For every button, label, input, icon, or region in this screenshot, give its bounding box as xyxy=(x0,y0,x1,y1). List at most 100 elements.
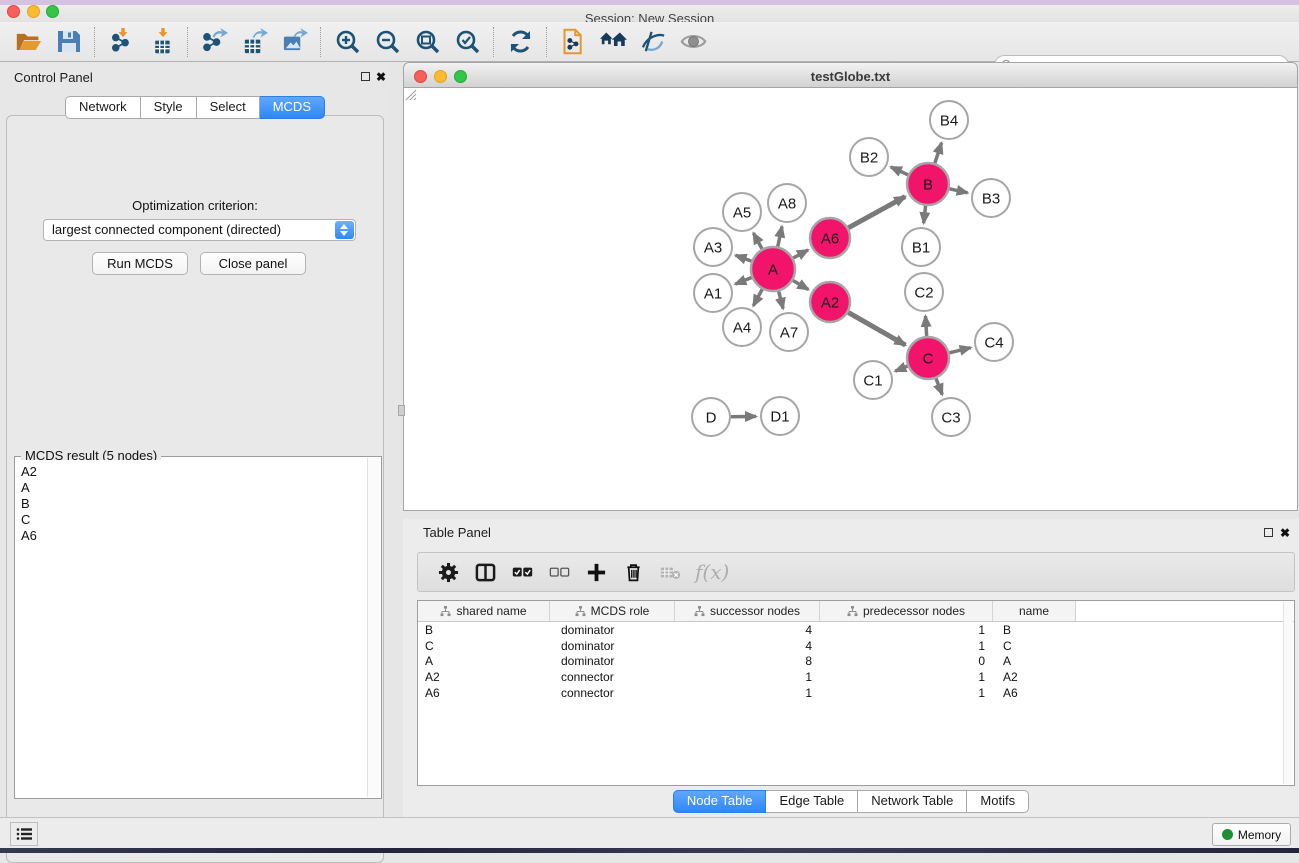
table-cell[interactable]: dominator xyxy=(550,622,675,638)
criterion-dropdown[interactable]: largest connected component (directed) xyxy=(43,219,356,241)
node-D[interactable]: D xyxy=(692,398,730,436)
node-D1[interactable]: D1 xyxy=(761,397,799,435)
column-header-shared-name[interactable]: shared name xyxy=(418,601,550,621)
table-cell[interactable]: connector xyxy=(550,669,675,685)
table-float-panel-icon[interactable] xyxy=(1264,528,1273,537)
close-panel-button[interactable]: Close panel xyxy=(200,252,306,275)
delete-column-button[interactable] xyxy=(615,556,652,588)
table-cell[interactable]: 1 xyxy=(675,669,820,685)
node-B[interactable]: B xyxy=(907,163,949,205)
table-cell[interactable]: dominator xyxy=(550,638,675,654)
table-cell[interactable]: A6 xyxy=(993,685,1076,701)
panel-splitter-handle[interactable] xyxy=(398,405,405,416)
column-header-name[interactable]: name xyxy=(993,601,1076,621)
table-cell[interactable]: dominator xyxy=(550,653,675,669)
table-cell[interactable]: C xyxy=(418,638,550,654)
node-B3[interactable]: B3 xyxy=(972,179,1010,217)
node-B1[interactable]: B1 xyxy=(902,228,940,266)
tab-style[interactable]: Style xyxy=(141,96,197,119)
table-cell[interactable]: B xyxy=(993,622,1076,638)
table-cell[interactable]: 0 xyxy=(820,653,993,669)
zoom-in-button[interactable] xyxy=(327,25,367,59)
zoom-selected-button[interactable] xyxy=(447,25,487,59)
tab-node-table[interactable]: Node Table xyxy=(673,790,767,813)
table-cell[interactable]: A2 xyxy=(993,669,1076,685)
table-row[interactable]: A2connector11A2 xyxy=(418,669,1294,685)
node-A3[interactable]: A3 xyxy=(694,228,732,266)
result-scrollbar[interactable] xyxy=(367,458,380,797)
add-column-button[interactable] xyxy=(578,556,615,588)
node-C2[interactable]: C2 xyxy=(905,273,943,311)
tab-select[interactable]: Select xyxy=(197,96,260,119)
node-C4[interactable]: C4 xyxy=(975,323,1013,361)
float-panel-icon[interactable] xyxy=(361,72,370,81)
table-cell[interactable]: 1 xyxy=(820,622,993,638)
table-row[interactable]: Adominator80A xyxy=(418,653,1294,669)
tab-edge-table[interactable]: Edge Table xyxy=(766,790,858,813)
export-network-button[interactable] xyxy=(194,25,234,59)
node-A1[interactable]: A1 xyxy=(694,274,732,312)
import-network-button[interactable] xyxy=(101,25,141,59)
table-row[interactable]: Bdominator41B xyxy=(418,622,1294,638)
node-B2[interactable]: B2 xyxy=(850,138,888,176)
settings-gear-button[interactable] xyxy=(430,556,467,588)
column-header-MCDS-role[interactable]: MCDS role xyxy=(550,601,675,621)
table-cell[interactable]: 4 xyxy=(675,622,820,638)
table-scrollbar[interactable] xyxy=(1283,602,1293,784)
table-cell[interactable]: A xyxy=(418,653,550,669)
split-view-button[interactable] xyxy=(467,556,504,588)
mcds-result-item[interactable]: C xyxy=(21,512,367,528)
run-mcds-button[interactable]: Run MCDS xyxy=(92,252,188,275)
save-session-button[interactable] xyxy=(48,25,88,59)
open-session-button[interactable] xyxy=(8,25,48,59)
toggle-graphics-details-button[interactable] xyxy=(633,25,673,59)
tab-network-table[interactable]: Network Table xyxy=(858,790,967,813)
table-cell[interactable]: 1 xyxy=(820,685,993,701)
table-cell[interactable]: A2 xyxy=(418,669,550,685)
table-row[interactable]: A6connector11A6 xyxy=(418,685,1294,701)
table-cell[interactable]: C xyxy=(993,638,1076,654)
node-C[interactable]: C xyxy=(907,337,949,379)
network-canvas[interactable]: B4B2BB3B1A5A8A3A6AA1A4A7A2C2CC4C1C3DD1 xyxy=(403,88,1298,511)
table-cell[interactable]: B xyxy=(418,622,550,638)
home-view-button[interactable] xyxy=(593,25,633,59)
table-cell[interactable]: A6 xyxy=(418,685,550,701)
select-all-checkboxes-button[interactable] xyxy=(504,556,541,588)
column-header-successor-nodes[interactable]: successor nodes xyxy=(675,601,820,621)
node-A7[interactable]: A7 xyxy=(770,313,808,351)
table-cell[interactable]: A xyxy=(993,653,1076,669)
node-A4[interactable]: A4 xyxy=(723,308,761,346)
export-image-button[interactable] xyxy=(274,25,314,59)
node-C1[interactable]: C1 xyxy=(854,361,892,399)
deselect-all-checkboxes-button[interactable] xyxy=(541,556,578,588)
tab-mcds[interactable]: MCDS xyxy=(260,96,325,119)
mcds-result-item[interactable]: B xyxy=(21,496,367,512)
tab-motifs[interactable]: Motifs xyxy=(967,790,1029,813)
mcds-result-item[interactable]: A xyxy=(21,480,367,496)
import-table-button[interactable] xyxy=(141,25,181,59)
zoom-out-button[interactable] xyxy=(367,25,407,59)
task-history-button[interactable] xyxy=(10,822,38,846)
mcds-result-item[interactable]: A2 xyxy=(21,464,367,480)
memory-button[interactable]: Memory xyxy=(1212,823,1291,846)
node-C3[interactable]: C3 xyxy=(932,398,970,436)
show-hide-eye-button[interactable] xyxy=(673,25,713,59)
node-A5[interactable]: A5 xyxy=(723,193,761,231)
export-table-button[interactable] xyxy=(234,25,274,59)
table-cell[interactable]: 8 xyxy=(675,653,820,669)
table-close-panel-icon[interactable]: ✖ xyxy=(1280,526,1290,540)
column-header-predecessor-nodes[interactable]: predecessor nodes xyxy=(820,601,993,621)
node-B4[interactable]: B4 xyxy=(930,101,968,139)
table-cell[interactable]: 4 xyxy=(675,638,820,654)
node-A8[interactable]: A8 xyxy=(768,184,806,222)
node-A6[interactable]: A6 xyxy=(810,218,850,258)
tab-network[interactable]: Network xyxy=(65,96,141,119)
close-panel-icon[interactable]: ✖ xyxy=(376,70,386,84)
table-cell[interactable]: 1 xyxy=(820,669,993,685)
zoom-fit-button[interactable] xyxy=(407,25,447,59)
table-cell[interactable]: connector xyxy=(550,685,675,701)
table-row[interactable]: Cdominator41C xyxy=(418,638,1294,654)
refresh-network-button[interactable] xyxy=(500,25,540,59)
node-A[interactable]: A xyxy=(751,247,795,291)
table-cell[interactable]: 1 xyxy=(675,685,820,701)
